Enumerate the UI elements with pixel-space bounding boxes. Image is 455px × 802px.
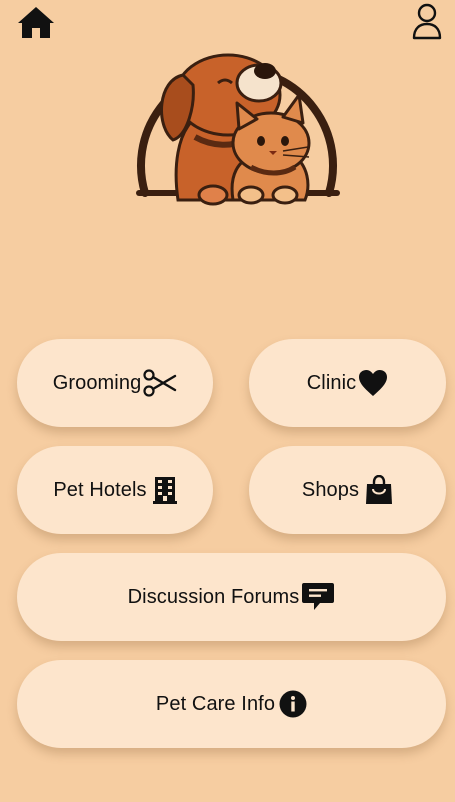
building-icon: [152, 476, 177, 504]
dog-and-cat-logo: [133, 25, 343, 207]
shops-label: Shops: [301, 478, 360, 501]
shops-button[interactable]: Shops: [249, 446, 446, 534]
info-icon: [279, 690, 307, 718]
heart-icon: [358, 369, 388, 397]
grooming-button[interactable]: Grooming: [17, 339, 213, 427]
home-icon: [18, 7, 54, 38]
pet-hotels-label: Pet Hotels: [53, 478, 147, 501]
pet-care-info-label: Pet Care Info: [155, 692, 276, 715]
home-button[interactable]: [16, 4, 56, 40]
discussion-forums-label: Discussion Forums: [127, 585, 300, 608]
shopping-bag-icon: [365, 475, 393, 505]
clinic-button[interactable]: Clinic: [249, 339, 446, 427]
user-profile-icon: [412, 3, 442, 40]
discussion-forums-button[interactable]: Discussion Forums: [17, 553, 446, 641]
grooming-label: Grooming: [52, 371, 142, 394]
scissors-icon: [143, 369, 177, 397]
chat-bubble-icon: [301, 582, 335, 612]
clinic-label: Clinic: [306, 371, 357, 394]
pet-hotels-button[interactable]: Pet Hotels: [17, 446, 213, 534]
pet-care-info-button[interactable]: Pet Care Info: [17, 660, 446, 748]
profile-button[interactable]: [411, 2, 443, 42]
